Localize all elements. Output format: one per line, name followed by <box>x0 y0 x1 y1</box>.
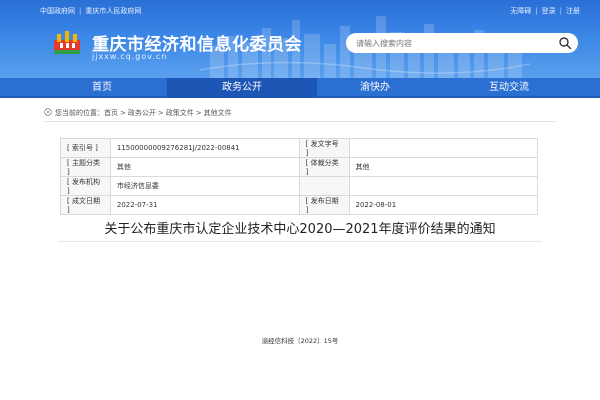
site-domain: jjxxw.cq.gov.cn <box>92 52 168 61</box>
breadcrumb-home[interactable]: 首页 <box>104 109 118 117</box>
top-bar: 中国政府网 | 重庆市人民政府网 无障碍 | 登录 | 注册 <box>0 0 600 20</box>
breadcrumb-divider <box>44 121 556 122</box>
doc-number-label: [ 发文字号 ] <box>298 138 350 158</box>
publish-date-value: 2022-08-01 <box>348 195 539 215</box>
written-date-label: [ 成文日期 ] <box>60 195 111 215</box>
breadcrumb-policy-docs[interactable]: 政策文件 <box>166 109 194 117</box>
nav-item-interaction[interactable]: 互动交流 <box>434 78 584 98</box>
document-title: 关于公布重庆市认定企业技术中心2020—2021年度评价结果的通知 <box>104 222 496 237</box>
breadcrumb-prefix: 您当前的位置： <box>55 109 104 117</box>
publish-date-label: [ 发布日期 ] <box>298 195 350 215</box>
search-icon[interactable] <box>558 36 572 50</box>
account-links: 无障碍 | 登录 | 注册 <box>510 6 580 16</box>
top-links: 中国政府网 | 重庆市人民政府网 <box>40 6 141 16</box>
empty-value <box>348 176 539 196</box>
breadcrumb: 您当前的位置：首页 > 政务公开 > 政策文件 > 其他文件 <box>44 108 232 118</box>
title-divider <box>58 241 542 242</box>
genre-category-label: [ 体裁分类 ] <box>298 157 350 177</box>
index-number-label: [ 索引号 ] <box>60 138 111 158</box>
publisher-label: [ 发布机构 ] <box>60 176 111 196</box>
party-emblem-icon[interactable] <box>52 28 82 58</box>
separator: | <box>79 7 82 15</box>
breadcrumb-separator: > <box>157 109 164 117</box>
empty-label <box>298 176 350 196</box>
separator: | <box>559 7 562 15</box>
index-number-value: 11500000009276281J/2022-00841 <box>109 138 300 158</box>
breadcrumb-other-docs[interactable]: 其他文件 <box>204 109 232 117</box>
genre-category-value: 其他 <box>348 157 539 177</box>
table-row: [ 主题分类 ] 其他 [ 体裁分类 ] 其他 <box>60 157 539 177</box>
site-header: 中国政府网 | 重庆市人民政府网 无障碍 | 登录 | 注册 重庆市经济和信息化委员会 jj… <box>0 0 600 78</box>
accessibility-link[interactable]: 无障碍 <box>510 7 531 15</box>
table-row: [ 索引号 ] 11500000009276281J/2022-00841 [ … <box>60 138 539 158</box>
search-input[interactable] <box>356 36 546 50</box>
table-row: [ 发布机构 ] 市经济信息委 <box>60 176 539 196</box>
search-box <box>346 33 578 53</box>
publisher-value: 市经济信息委 <box>109 176 300 196</box>
nav-item-home[interactable]: 首页 <box>27 78 177 98</box>
breadcrumb-separator: > <box>120 109 126 117</box>
table-row: [ 成文日期 ] 2022-07-31 [ 发布日期 ] 2022-08-01 <box>60 195 539 215</box>
gov-link[interactable]: 中国政府网 <box>40 6 75 16</box>
separator: | <box>535 7 538 15</box>
document-info-table: [ 索引号 ] 11500000009276281J/2022-00841 [ … <box>60 138 539 215</box>
doc-number-value <box>348 138 539 158</box>
topic-category-value: 其他 <box>109 157 300 177</box>
register-link[interactable]: 注册 <box>566 7 580 15</box>
main-nav: 首页 政务公开 渝快办 互动交流 <box>0 78 600 98</box>
nav-item-gov-affairs[interactable]: 政务公开 <box>167 78 317 98</box>
nav-item-yukuaiban[interactable]: 渝快办 <box>300 78 450 98</box>
written-date-value: 2022-07-31 <box>109 195 300 215</box>
login-link[interactable]: 登录 <box>542 7 556 15</box>
breadcrumb-gov-affairs[interactable]: 政务公开 <box>128 109 156 117</box>
breadcrumb-separator: > <box>195 109 202 117</box>
location-icon <box>44 108 52 116</box>
cq-gov-link[interactable]: 重庆市人民政府网 <box>85 6 141 16</box>
document-number: 渝经信科技〔2022〕15号 <box>261 337 339 345</box>
topic-category-label: [ 主题分类 ] <box>60 157 111 177</box>
